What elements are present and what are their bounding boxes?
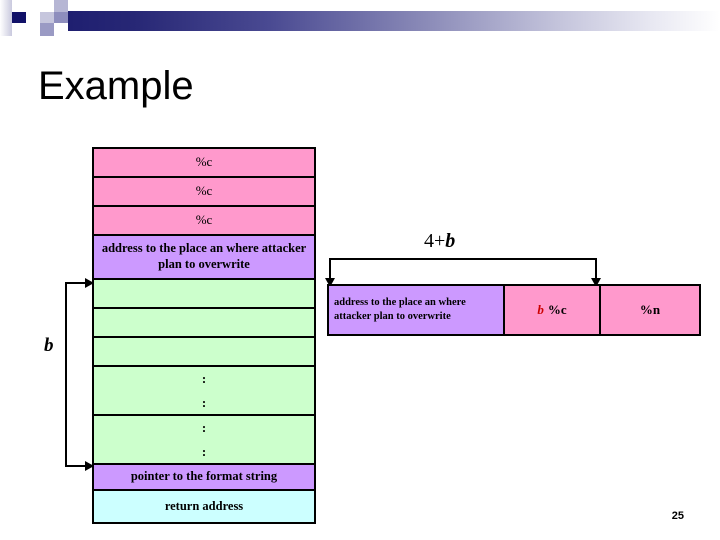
page-number: 25 [671, 510, 684, 522]
stack-row-ellipsis: : : [94, 367, 314, 416]
header-square-dark [12, 12, 26, 23]
header-square-mid-1 [40, 23, 54, 36]
header-square-white-5 [54, 23, 68, 36]
header-square-white-4 [40, 0, 54, 12]
page-title: Example [38, 64, 194, 108]
header-square-light-1 [40, 12, 54, 23]
stack-row-format-string-pointer: pointer to the format string [94, 465, 314, 491]
stack-cell-label: %c [195, 183, 213, 199]
input-cell-var: b [537, 302, 544, 318]
input-cell-label: %c [547, 302, 567, 318]
header-square-white-2 [26, 12, 40, 23]
format-string-table: address to the place an where attacker p… [327, 284, 701, 336]
stack-cell-label: : [201, 420, 207, 436]
input-cell-pad: b %c [505, 286, 601, 334]
stack-memory-table: %c %c %c address to the place an where a… [92, 147, 316, 524]
stack-span-bracket [65, 278, 94, 471]
arrow-right-icon [85, 278, 94, 288]
input-span-label-prefix: 4+ [424, 230, 446, 252]
ellipsis-group: : : [98, 367, 310, 414]
header-square-mid-2 [54, 12, 68, 23]
stack-cell-label: pointer to the format string [130, 469, 278, 484]
stack-row: %c [94, 149, 314, 178]
slide-header-band [0, 0, 720, 46]
stack-cell-label: address to the place an where attacker p… [101, 241, 307, 271]
stack-cell-label-2: : [201, 394, 207, 410]
stack-row-ellipsis: : : [94, 416, 314, 465]
header-square-white-1 [26, 0, 40, 12]
input-span-bracket [325, 258, 601, 287]
input-span-label: 4+b [424, 230, 455, 253]
stack-cell-label: %c [195, 154, 213, 170]
stack-row-overwrite-address: address to the place an where attacker p… [94, 236, 314, 280]
ellipsis-group: : : [98, 416, 310, 463]
stack-cell-label: %c [195, 212, 213, 228]
stack-row [94, 309, 314, 338]
stack-span-label: b [44, 335, 54, 356]
stack-row [94, 338, 314, 367]
bracket-left-line [329, 258, 331, 280]
stack-row-return-address: return address [94, 491, 314, 522]
header-gradient-bar [38, 11, 720, 31]
bracket-top-line [65, 282, 87, 284]
stack-row: %c [94, 207, 314, 236]
input-cell-address: address to the place an where attacker p… [329, 286, 505, 334]
bracket-bottom-line [65, 465, 87, 467]
bracket-vertical-line [65, 282, 67, 467]
bracket-right-line [595, 258, 597, 280]
header-square-fade [0, 0, 12, 36]
input-span-label-var: b [445, 230, 456, 252]
stack-row: %c [94, 178, 314, 207]
stack-row [94, 280, 314, 309]
header-square-light-2 [54, 0, 68, 12]
bracket-horizontal-line [329, 258, 597, 260]
header-square-white-3 [26, 23, 40, 36]
input-cell-write: %n [601, 286, 699, 334]
stack-cell-label-2: : [201, 443, 207, 459]
stack-cell-label: return address [164, 498, 244, 513]
arrow-right-icon [85, 461, 94, 471]
input-cell-label: address to the place an where attacker p… [334, 297, 466, 322]
input-cell-label: %n [639, 302, 661, 318]
stack-cell-label: : [201, 371, 207, 387]
